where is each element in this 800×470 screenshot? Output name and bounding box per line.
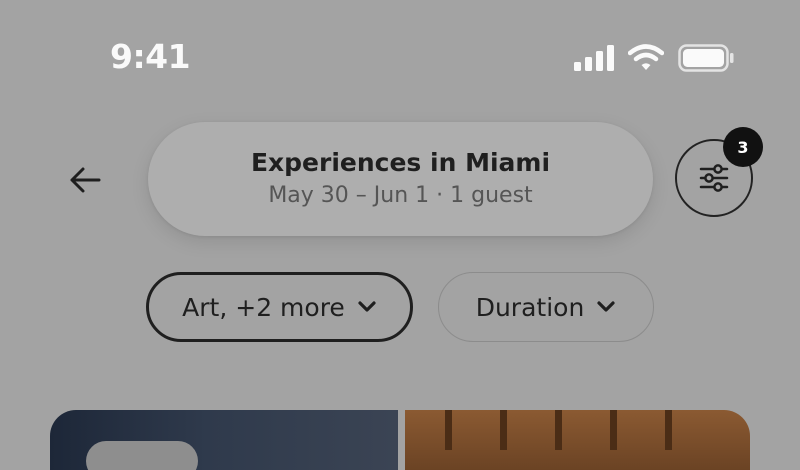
experience-card-image[interactable] <box>405 410 750 470</box>
back-button[interactable] <box>60 155 110 205</box>
cellular-signal-icon <box>574 45 614 71</box>
sliders-icon <box>699 164 729 192</box>
chevron-down-icon <box>358 301 376 312</box>
search-title: Experiences in Miami <box>250 148 551 178</box>
duration-filter-label: Duration <box>475 292 585 322</box>
status-icons <box>574 44 734 72</box>
chevron-down-icon <box>597 301 615 312</box>
filters-count-badge: 3 <box>723 127 763 167</box>
arrow-left-icon <box>70 167 101 193</box>
category-filter-label: Art, +2 more <box>182 292 345 322</box>
wifi-icon <box>628 44 664 70</box>
experience-card-image[interactable] <box>50 410 398 470</box>
category-filter-chip[interactable]: Art, +2 more <box>146 272 413 342</box>
search-summary-button[interactable]: Experiences in Miami May 30 – Jun 1 · 1 … <box>148 122 653 236</box>
status-time: 9:41 <box>110 37 191 76</box>
battery-icon <box>678 44 734 72</box>
duration-filter-chip[interactable]: Duration <box>438 272 654 342</box>
search-subtitle: May 30 – Jun 1 · 1 guest <box>268 183 533 209</box>
card-label-pill <box>86 441 198 470</box>
